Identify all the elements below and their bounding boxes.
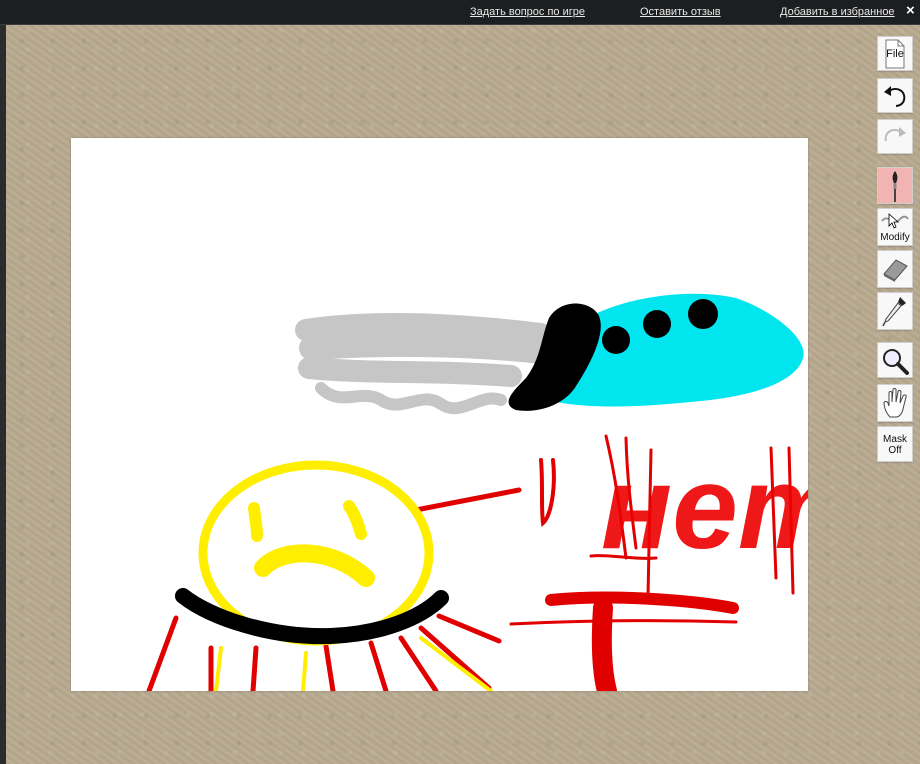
top-bar: Задать вопрос по игре Оставить отзыв Доб… [0, 0, 920, 25]
eyedropper-tool-button[interactable] [877, 292, 913, 330]
eraser-icon [883, 259, 908, 282]
canvas-strokes: нет [146, 293, 808, 691]
grey-scribble [295, 312, 553, 415]
mask-label: Mask [883, 434, 907, 445]
add-to-favorites-link[interactable]: Добавить в избранное [780, 6, 895, 18]
yellow-face [198, 460, 493, 691]
undo-icon [884, 86, 906, 107]
mask-toggle-button[interactable]: Mask Off [877, 426, 913, 462]
redo-icon [884, 127, 906, 142]
painted-word: нет [601, 442, 808, 574]
zoom-tool-button[interactable] [877, 342, 913, 378]
file-label: File [886, 48, 904, 60]
modify-label: Modify [880, 232, 910, 243]
red-rays [146, 487, 522, 691]
eraser-tool-button[interactable] [877, 250, 913, 288]
drawing-canvas[interactable]: нет [71, 138, 808, 691]
file-button[interactable]: File [877, 36, 913, 71]
brush-tool-button[interactable] [877, 167, 913, 204]
hand-icon [883, 388, 907, 418]
close-icon[interactable]: × [906, 3, 920, 19]
workspace-left-edge [0, 25, 6, 764]
modify-icon [881, 213, 909, 229]
mask-state-label: Off [888, 445, 902, 456]
magnifier-icon [883, 349, 909, 375]
redo-button[interactable] [877, 119, 913, 154]
undo-button[interactable] [877, 78, 913, 113]
eyedropper-icon [882, 297, 906, 327]
hand-tool-button[interactable] [877, 384, 913, 422]
brush-icon [892, 171, 898, 202]
leave-review-link[interactable]: Оставить отзыв [640, 6, 721, 18]
ask-question-link[interactable]: Задать вопрос по игре [470, 6, 585, 18]
modify-tool-button[interactable]: Modify [877, 208, 913, 246]
